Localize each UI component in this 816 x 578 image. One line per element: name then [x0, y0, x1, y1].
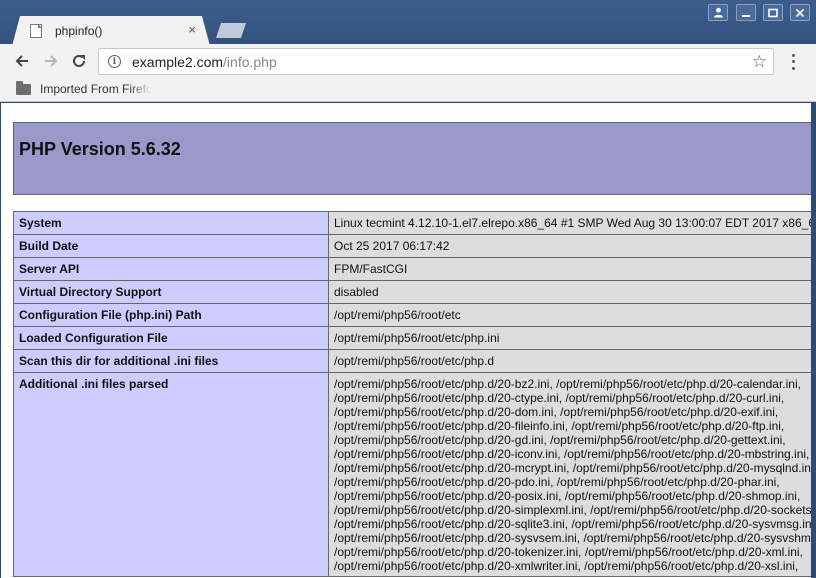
menu-dot-icon: [791, 60, 795, 64]
row-key: Configuration File (php.ini) Path: [13, 303, 329, 327]
bookmark-star-icon[interactable]: ☆: [752, 52, 767, 72]
profile-button[interactable]: [708, 4, 728, 21]
ini-file-line: /opt/remi/php56/root/etc/php.d/20-posix.…: [334, 489, 801, 503]
row-value-ini-list: /opt/remi/php56/root/etc/php.d/20-bz2.in…: [328, 372, 811, 577]
table-row: Virtual Directory Support disabled: [13, 280, 811, 304]
table-row: System Linux tecmint 4.12.10-1.el7.elrep…: [13, 211, 811, 235]
table-row-additional-ini: Additional .ini files parsed /opt/remi/p…: [13, 372, 811, 577]
table-row: Server API FPM/FastCGI: [13, 257, 811, 281]
forward-button[interactable]: [40, 50, 62, 72]
bookmark-label: Imported From Firefox: [40, 82, 152, 96]
close-icon: [795, 8, 805, 17]
browser-tab-active[interactable]: phpinfo() ×: [12, 16, 210, 46]
ini-file-line: /opt/remi/php56/root/etc/php.d/20-sysvse…: [334, 531, 811, 545]
row-key: Loaded Configuration File: [13, 326, 329, 350]
row-value: disabled: [328, 280, 811, 304]
row-value: /opt/remi/php56/root/etc/php.ini: [328, 326, 811, 350]
window-frame-right: [811, 103, 816, 578]
table-row: Loaded Configuration File /opt/remi/php5…: [13, 326, 811, 350]
url-path: /info.php: [223, 53, 277, 70]
ini-file-line: /opt/remi/php56/root/etc/php.d/20-filein…: [334, 419, 785, 433]
row-value: /opt/remi/php56/root/etc/php.d: [328, 349, 811, 373]
ini-file-line: /opt/remi/php56/root/etc/php.d/20-tokeni…: [334, 545, 803, 559]
row-key: Additional .ini files parsed: [13, 372, 329, 577]
ini-file-line: /opt/remi/php56/root/etc/php.d/20-simple…: [334, 503, 811, 517]
row-value: FPM/FastCGI: [328, 257, 811, 281]
new-tab-button[interactable]: [216, 23, 246, 38]
close-window-button[interactable]: [790, 4, 810, 21]
arrow-left-icon: [15, 55, 28, 67]
bookmarks-bar: Imported From Firefox: [0, 78, 816, 102]
folder-icon: [16, 80, 31, 95]
ini-file-line: /opt/remi/php56/root/etc/php.d/20-bz2.in…: [334, 377, 801, 391]
ini-file-line: /opt/remi/php56/root/etc/php.d/20-sqlite…: [334, 517, 811, 531]
browser-toolbar: i example2.com/info.php ☆: [0, 44, 816, 78]
maximize-button[interactable]: [763, 4, 783, 21]
address-bar[interactable]: i example2.com/info.php ☆: [98, 48, 774, 75]
site-info-icon[interactable]: i: [108, 55, 121, 68]
tab-close-button[interactable]: ×: [188, 23, 196, 37]
ini-file-line: /opt/remi/php56/root/etc/php.d/20-iconv.…: [334, 447, 810, 461]
reload-button[interactable]: [68, 50, 90, 72]
row-value: Oct 25 2017 06:17:42: [328, 234, 811, 258]
row-key: System: [13, 211, 329, 235]
page-title: PHP Version 5.6.32: [19, 139, 181, 159]
row-value: Linux tecmint 4.12.10-1.el7.elrepo.x86_6…: [328, 211, 811, 235]
user-icon: [713, 7, 723, 18]
phpinfo-table: System Linux tecmint 4.12.10-1.el7.elrep…: [13, 211, 811, 577]
row-value: /opt/remi/php56/root/etc: [328, 303, 811, 327]
page-favicon-icon: [30, 24, 42, 38]
minimize-button[interactable]: [736, 4, 756, 21]
browser-menu-button[interactable]: [784, 52, 802, 72]
row-key: Virtual Directory Support: [13, 280, 329, 304]
ini-file-line: /opt/remi/php56/root/etc/php.d/20-mcrypt…: [334, 461, 811, 475]
ini-file-line: /opt/remi/php56/root/etc/php.d/20-pdo.in…: [334, 475, 780, 489]
menu-dot-icon: [791, 67, 795, 71]
window-titlebar: phpinfo() ×: [0, 0, 816, 46]
url-text[interactable]: example2.com/info.php: [132, 54, 277, 70]
ini-file-line: /opt/remi/php56/root/etc/php.d/20-ctype.…: [334, 391, 785, 405]
ini-file-line: /opt/remi/php56/root/etc/php.d/20-gd.ini…: [334, 433, 786, 447]
ini-file-line: /opt/remi/php56/root/etc/php.d/20-dom.in…: [334, 405, 779, 419]
page-viewport: PHP Version 5.6.32 System Linux tecmint …: [1, 103, 811, 578]
row-key: Build Date: [13, 234, 329, 258]
maximize-icon: [768, 8, 778, 17]
table-row: Scan this dir for additional .ini files …: [13, 349, 811, 373]
reload-icon: [73, 54, 85, 67]
minimize-icon: [742, 14, 750, 17]
table-row: Build Date Oct 25 2017 06:17:42: [13, 234, 811, 258]
row-key: Server API: [13, 257, 329, 281]
menu-dot-icon: [791, 53, 795, 57]
back-button[interactable]: [11, 50, 33, 72]
php-version-header: PHP Version 5.6.32: [13, 122, 811, 195]
url-host: example2.com: [132, 53, 224, 70]
ini-files-list: /opt/remi/php56/root/etc/php.d/20-bz2.in…: [334, 377, 811, 573]
table-row: Configuration File (php.ini) Path /opt/r…: [13, 303, 811, 327]
tab-title: phpinfo(): [55, 24, 103, 38]
ini-file-line: /opt/remi/php56/root/etc/php.d/20-xmlwri…: [334, 559, 799, 573]
bookmark-folder-imported[interactable]: Imported From Firefox: [16, 80, 152, 96]
arrow-right-icon: [45, 55, 58, 67]
row-key: Scan this dir for additional .ini files: [13, 349, 329, 373]
